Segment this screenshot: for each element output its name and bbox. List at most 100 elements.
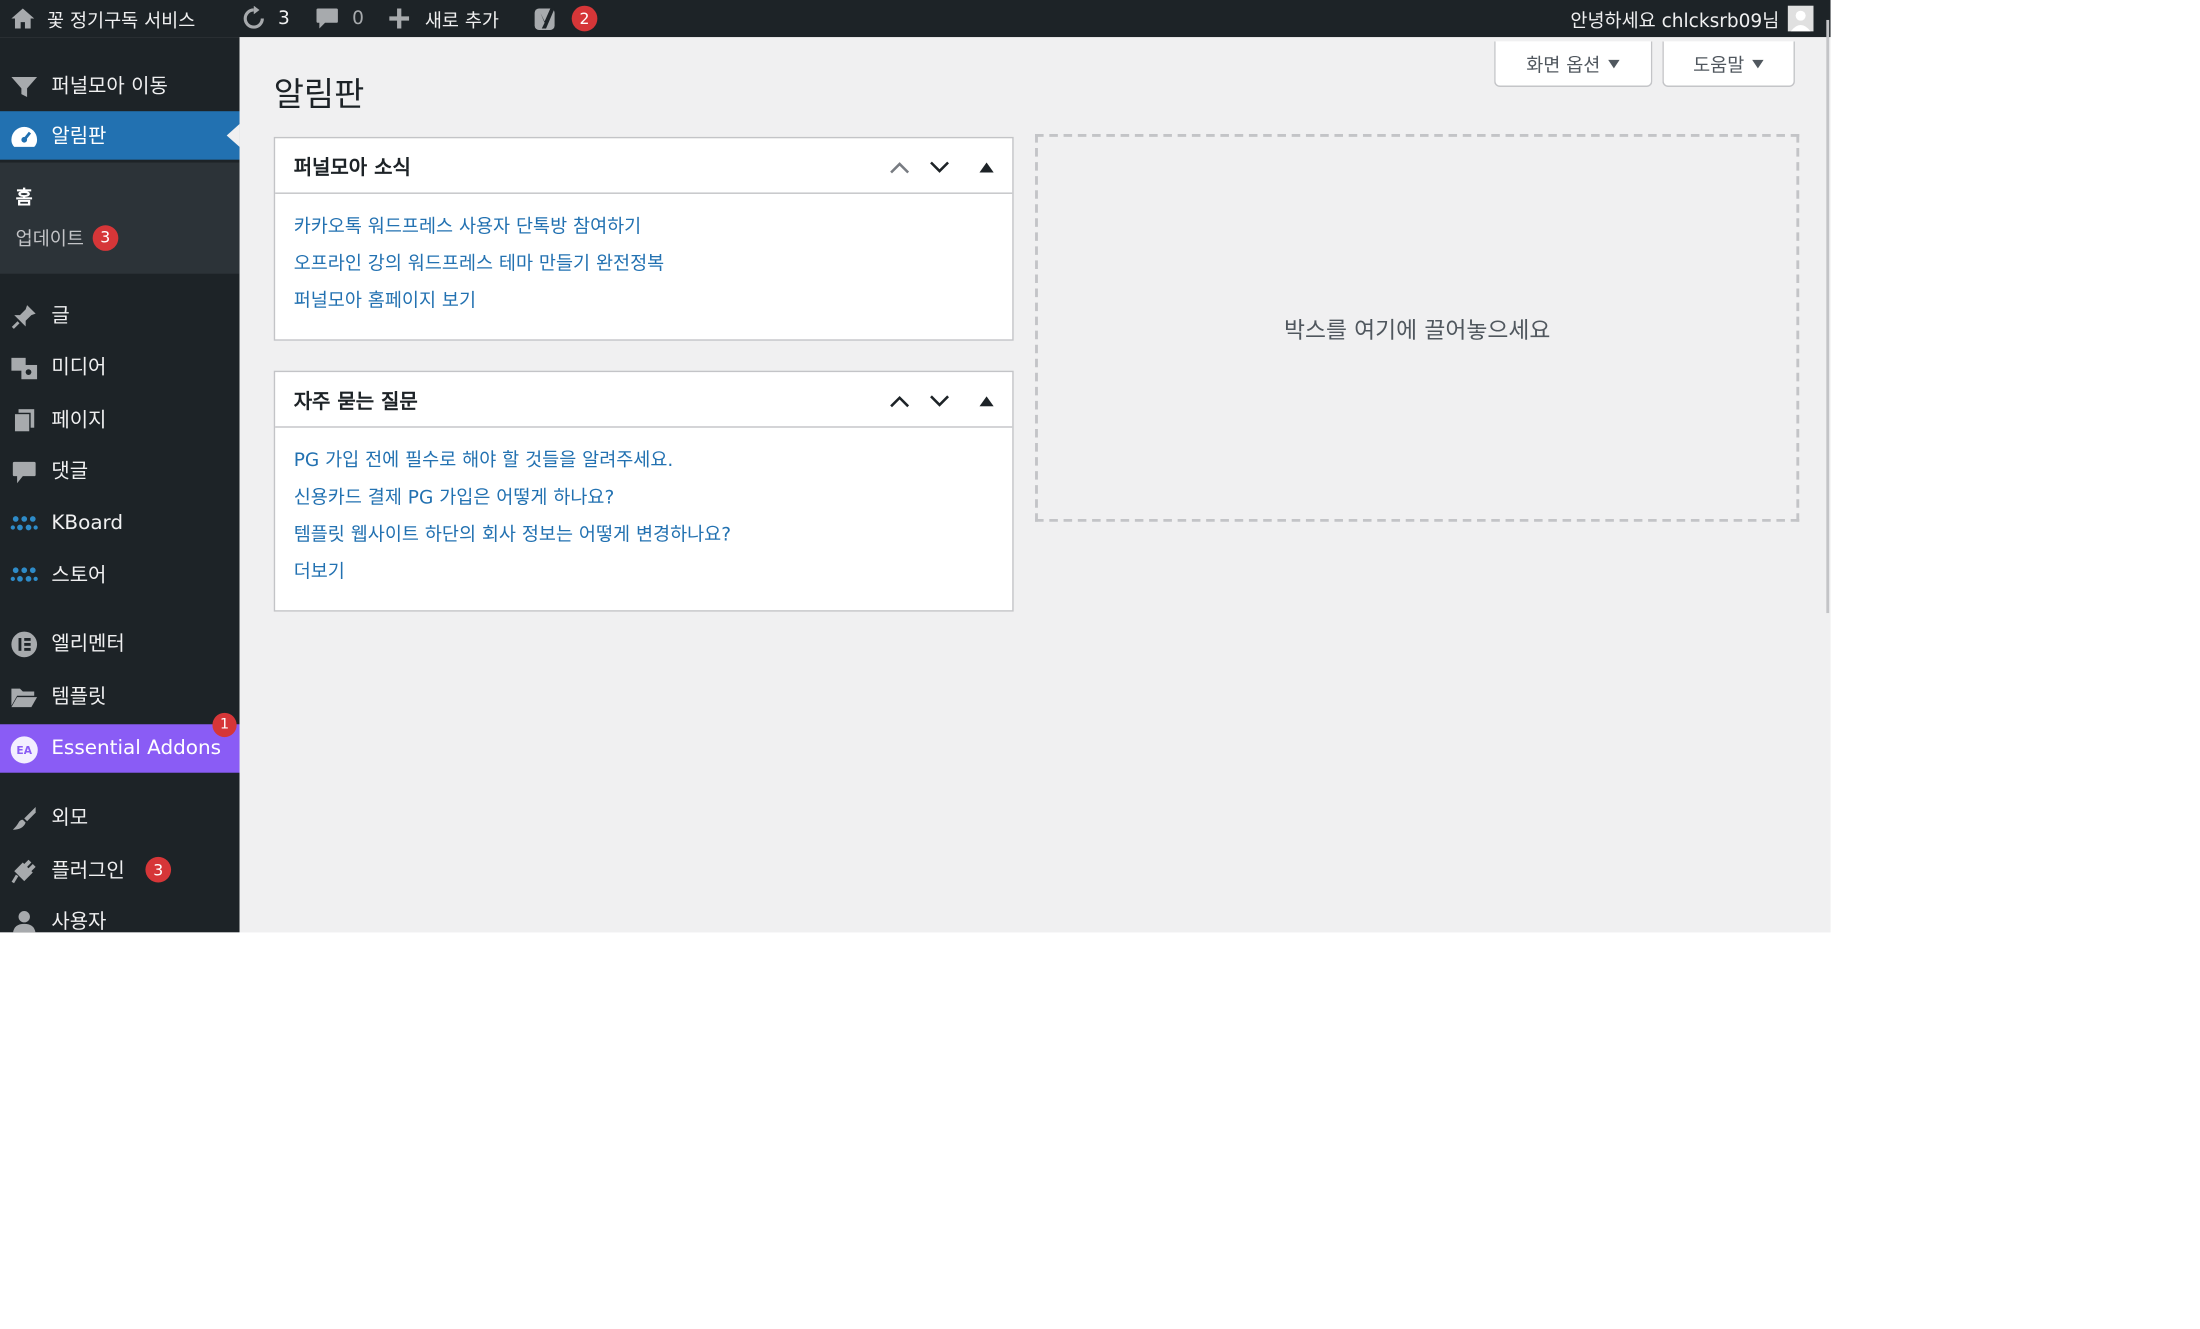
sidebar-item-pages[interactable]: 페이지 [0,395,240,443]
essential-addons-icon: EA [10,736,39,765]
sidebar-item-label: 퍼널모아 이동 [51,75,168,99]
widget-header[interactable]: 자주 묻는 질문 [275,372,1013,428]
widget-link[interactable]: 퍼널모아 홈페이지 보기 [294,285,476,312]
widget-link[interactable]: PG 가입 전에 필수로 해야 할 것들을 알려주세요. [294,445,674,472]
sidebar-item-store[interactable]: 스토어 [0,550,240,598]
sidebar-item-label: KBoard [51,511,124,535]
plus-icon [389,8,410,29]
refresh-icon [241,5,267,32]
store-dots-icon [10,562,39,591]
submenu-item-updates[interactable]: 업데이트 3 [15,224,119,251]
sidebar-item-label: 댓글 [51,460,89,484]
widget-link-more[interactable]: 더보기 [294,556,345,583]
screen-options-label: 화면 옵션 [1526,55,1601,77]
widget-title: 자주 묻는 질문 [293,390,418,414]
widget-link[interactable]: 신용카드 결제 PG 가입은 어떻게 하나요? [294,482,615,509]
current-menu-arrow [226,124,240,147]
collapse-toggle-icon[interactable] [974,388,1000,414]
paintbrush-icon [10,804,39,833]
comments-link[interactable]: 0 [315,0,364,37]
submenu-item-home[interactable]: 홈 [16,182,33,209]
screen-options-button[interactable]: 화면 옵션 [1494,41,1653,87]
comments-count: 0 [352,7,364,30]
pushpin-icon [10,302,39,331]
yoast-link[interactable]: 2 [533,0,598,37]
sidebar-item-label: 외모 [51,806,89,830]
user-icon [10,908,39,933]
widget-funnelmoa-news: 퍼널모아 소식 카카오톡 워드프레스 사용자 단톡방 참여하기 오프라인 강의 … [273,136,1014,341]
essential-addons-badge: 1 [212,712,237,738]
move-down-icon[interactable] [927,154,953,180]
sidebar-item-label: 알림판 [51,125,107,149]
site-home-link[interactable]: 꽃 정기구독 서비스 [10,0,195,37]
move-up-icon[interactable] [887,154,913,180]
svg-text:EA: EA [16,744,32,757]
widget-link[interactable]: 카카오톡 워드프레스 사용자 단톡방 참여하기 [294,211,642,238]
media-icon [10,354,39,383]
comment-bubble-icon [315,7,339,30]
submenu-item-label: 홈 [15,188,33,210]
move-up-icon[interactable] [887,388,913,414]
widget-link[interactable]: 오프라인 강의 워드프레스 테마 만들기 완전정복 [294,248,665,275]
sidebar-item-label: 플러그인 [51,859,125,883]
comment-bubble-icon [10,458,39,487]
dashboard-submenu: 홈 업데이트 3 [0,162,240,274]
pages-icon [10,406,39,435]
sidebar-item-templates[interactable]: 템플릿 [0,672,240,720]
yoast-notification-badge: 2 [571,5,598,32]
sidebar-item-comments[interactable]: 댓글 [0,446,240,494]
help-button[interactable]: 도움말 [1662,41,1795,87]
scrollbar[interactable] [1826,19,1830,614]
home-icon [10,7,36,30]
dashboard-gauge-icon [10,123,39,152]
sidebar-item-users[interactable]: 사용자 [0,897,240,933]
sidebar-item-label: Essential Addons [51,737,222,760]
sidebar-item-label: 스토어 [51,564,107,588]
sidebar-item-label: 엘리멘터 [51,633,125,656]
site-name: 꽃 정기구독 서비스 [47,10,196,33]
kboard-dots-icon [10,510,39,539]
funnel-icon [10,73,39,102]
sidebar-item-funnelmoa[interactable]: 퍼널모아 이동 [0,61,240,109]
sidebar-item-label: 페이지 [51,409,107,432]
sidebar-item-media[interactable]: 미디어 [0,342,240,390]
widget-link[interactable]: 템플릿 웹사이트 하단의 회사 정보는 어떻게 변경하나요? [294,519,731,546]
sidebar-item-dashboard[interactable]: 알림판 [0,111,240,160]
my-account-link[interactable]: 안녕하세요 chlcksrb09님 [1570,0,1814,37]
widget-title: 퍼널모아 소식 [293,156,411,180]
sidebar-item-essential-addons[interactable]: EA Essential Addons 1 [0,712,240,773]
widget-faq: 자주 묻는 질문 PG 가입 전에 필수로 해야 할 것들을 알려주세요. 신용… [273,370,1014,612]
move-down-icon[interactable] [927,388,953,414]
yoast-icon [533,6,562,32]
page-title: 알림판 [273,76,365,115]
collapse-toggle-icon[interactable] [974,154,1000,180]
updates-link[interactable]: 3 [241,0,290,37]
admin-sidebar: 퍼널모아 이동 알림판 홈 업데이트 3 글 미디어 페이지 댓글 KBoard… [0,37,240,933]
caret-down-icon [1608,59,1621,68]
sidebar-item-label: 템플릿 [51,685,107,709]
sidebar-item-posts[interactable]: 글 [0,291,240,339]
elementor-icon [10,630,39,659]
admin-bar: 꽃 정기구독 서비스 3 0 새로 추가 2 안녕하세요 chlcksrb09님 [0,0,1831,38]
submenu-item-label: 업데이트 [15,229,84,251]
new-content-link[interactable]: 새로 추가 [389,0,499,37]
sidebar-item-appearance[interactable]: 외모 [0,793,240,841]
plugins-badge: 3 [145,856,172,883]
greeting-text: 안녕하세요 chlcksrb09님 [1570,10,1780,33]
widget-header[interactable]: 퍼널모아 소식 [275,138,1013,194]
sidebar-item-label: 글 [51,305,70,328]
folder-icon [10,683,39,712]
sidebar-item-elementor[interactable]: 엘리멘터 [0,619,240,667]
updates-badge: 3 [92,224,119,251]
sidebar-item-kboard[interactable]: KBoard [0,499,240,547]
sidebar-item-plugins[interactable]: 플러그인 3 [0,845,240,893]
help-label: 도움말 [1693,55,1745,77]
avatar [1787,5,1814,32]
sidebar-item-label: 사용자 [51,911,107,933]
new-content-label: 새로 추가 [424,10,499,33]
updates-count: 3 [278,7,290,30]
caret-down-icon [1752,59,1765,68]
drop-zone-label: 박스를 여기에 끌어놓으세요 [1283,316,1551,344]
wp-admin-window: 꽃 정기구독 서비스 3 0 새로 추가 2 안녕하세요 chlcksrb09님… [0,0,1831,933]
widget-drop-zone[interactable]: 박스를 여기에 끌어놓으세요 [1035,134,1800,522]
